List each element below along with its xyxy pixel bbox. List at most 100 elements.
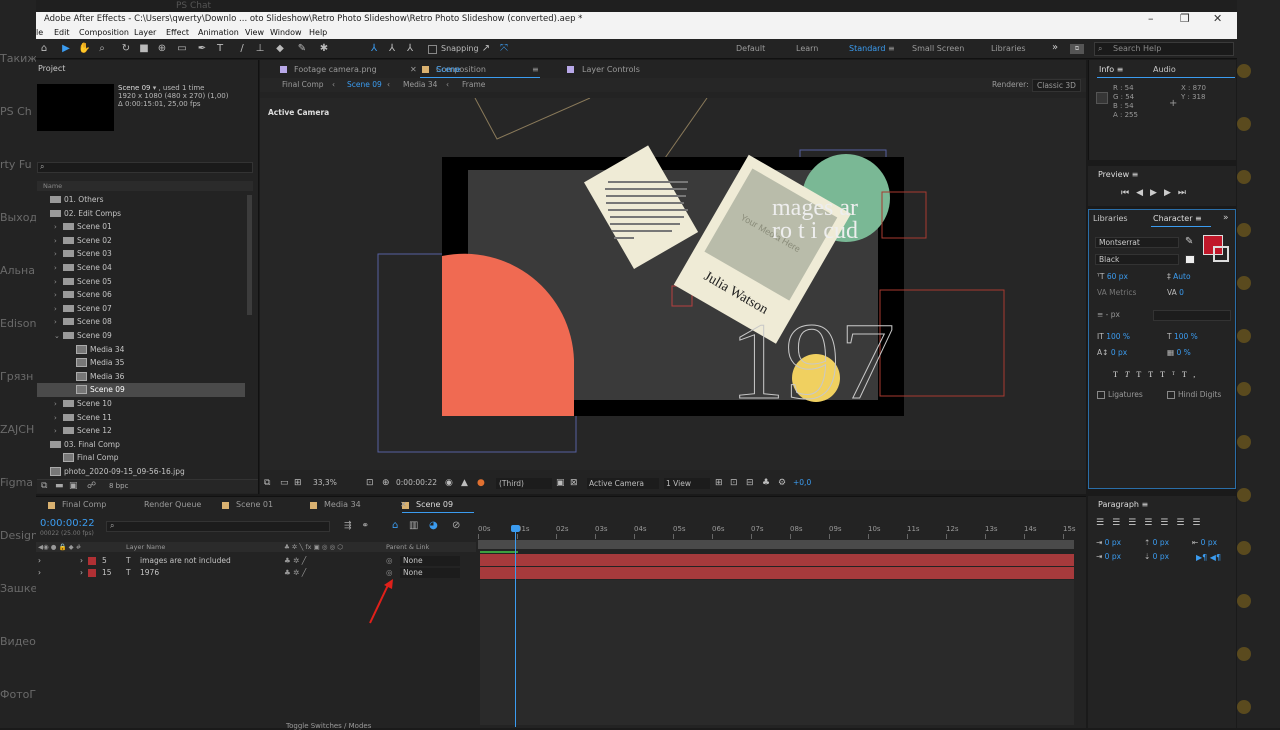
font-family-select[interactable]: Montserrat — [1095, 237, 1179, 248]
project-row[interactable]: 02. Edit Comps — [37, 207, 245, 221]
project-row[interactable]: › Scene 11 — [37, 411, 245, 425]
clone-tool-icon[interactable]: ⊥ — [254, 43, 266, 55]
expand-arrow-icon[interactable]: › — [54, 262, 63, 276]
snap-expand-icon[interactable]: ⤧ — [498, 43, 510, 55]
layer-bar-15[interactable] — [480, 567, 1074, 579]
zoom-tool-icon[interactable]: ⌕ — [96, 43, 108, 55]
project-row[interactable]: Final Comp — [37, 451, 245, 465]
frame-blend-icon[interactable]: ▥ — [409, 520, 418, 531]
breadcrumb-frame[interactable]: Frame — [462, 78, 485, 92]
expand-arrow-icon[interactable]: › — [54, 412, 63, 426]
more-workspaces-icon[interactable]: » — [1052, 42, 1058, 53]
project-row[interactable]: 01. Others — [37, 193, 245, 207]
motion-blur-icon[interactable]: ◕ — [429, 520, 438, 531]
project-row[interactable]: photo_2020-09-15_09-56-16.jpg — [37, 465, 245, 479]
region-icon[interactable]: ▣ — [556, 474, 565, 492]
expand-arrow-icon[interactable]: › — [54, 276, 63, 290]
camera-tool-icon[interactable]: ■ — [138, 43, 150, 55]
breadcrumb-scene-09[interactable]: Scene 09 — [347, 78, 382, 92]
comp-viewer[interactable]: Active Camera Your Media Here Julia Wats… — [260, 98, 1086, 470]
show-snapshot-icon[interactable]: ▲ — [461, 474, 468, 492]
preview-controls[interactable]: ⏮◀▶▶⏭ — [1121, 188, 1193, 198]
project-row[interactable]: › Scene 07 — [37, 302, 245, 316]
roto-tool-icon[interactable]: ✎ — [296, 43, 308, 55]
project-row[interactable]: › Scene 10 — [37, 397, 245, 411]
alignment-buttons[interactable]: ☰☰☰☰☰☰☰ — [1096, 518, 1208, 528]
menu-item-le[interactable]: le — [36, 27, 43, 39]
expand-arrow-icon[interactable]: › — [54, 221, 63, 235]
exposure-field[interactable]: +0,0 — [793, 474, 811, 492]
view-layout-select[interactable]: 1 View — [664, 478, 710, 489]
draft-3d-icon[interactable]: ⌂ — [392, 520, 398, 531]
timeline-tab[interactable]: Render Queue — [144, 497, 201, 513]
stroke-width-field[interactable]: ≡ - px — [1097, 310, 1120, 319]
font-size-field[interactable]: ᵀT 60 px — [1097, 272, 1128, 281]
timeline-tab[interactable]: Media 34 — [324, 497, 361, 513]
kerning-field[interactable]: VA Metrics — [1097, 288, 1136, 297]
project-row[interactable]: › Scene 01 — [37, 220, 245, 234]
timeline-tab[interactable]: Scene 01 — [236, 497, 273, 513]
menu-item-view[interactable]: View — [245, 27, 264, 39]
expand-arrow-icon[interactable]: › — [80, 555, 83, 567]
breadcrumb-media-34[interactable]: Media 34 — [403, 78, 437, 92]
project-scrollbar[interactable] — [247, 195, 252, 315]
expand-arrow-icon[interactable]: ⌄ — [54, 330, 63, 344]
layer-row[interactable]: › › 5 Timages are not included ♣ ✲ ╱ ◎ None — [36, 555, 476, 567]
tab-libraries[interactable]: Libraries — [1091, 212, 1128, 226]
search-help-input[interactable]: ⌕ Search Help — [1094, 42, 1234, 56]
space-before-field[interactable]: ⇡ 0 px — [1144, 538, 1169, 547]
breadcrumb-final-comp[interactable]: Final Comp — [282, 78, 324, 92]
toggle-switches-button[interactable]: Toggle Switches / Modes — [286, 722, 371, 730]
snap-feather-icon[interactable]: ↗ — [480, 43, 492, 55]
current-time-indicator[interactable] — [515, 527, 516, 727]
font-style-select[interactable]: Black — [1095, 254, 1179, 265]
eraser-tool-icon[interactable]: ◆ — [274, 43, 286, 55]
workspace-small-screen[interactable]: Small Screen — [912, 44, 964, 53]
view-axis-icon[interactable]: ⅄ — [404, 43, 416, 55]
layer-switches[interactable]: › — [38, 567, 41, 579]
current-time[interactable]: 0:00:00:22 — [40, 518, 95, 529]
zoom-select[interactable]: 33,3% — [313, 474, 337, 492]
timeline-tab[interactable]: Final Comp — [62, 497, 106, 513]
workspace-standard[interactable]: Standard — [849, 44, 885, 53]
project-row[interactable]: › Scene 05 — [37, 275, 245, 289]
tracking-field[interactable]: VA 0 — [1167, 288, 1184, 297]
bpc-label[interactable]: 8 bpc — [109, 482, 128, 490]
workspace-bar-icon[interactable]: ⧉ — [1070, 44, 1084, 54]
stroke-type-select[interactable] — [1153, 310, 1231, 321]
workspace-default[interactable]: Default — [736, 44, 765, 53]
puppet-tool-icon[interactable]: ✱ — [318, 43, 330, 55]
expand-arrow-icon[interactable]: › — [54, 248, 63, 262]
layer-row[interactable]: › › 15 T 1976 ♣ ✲ ╱ ◎ None — [36, 567, 476, 579]
ligatures-checkbox[interactable] — [1097, 391, 1105, 399]
layer-name[interactable]: 1976 — [140, 567, 159, 579]
workspace-menu-icon[interactable]: ≡ — [888, 44, 895, 53]
layer-name[interactable]: images are not included — [140, 555, 231, 567]
menu-item-edit[interactable]: Edit — [54, 27, 70, 39]
project-row[interactable]: Scene 09 — [37, 383, 245, 397]
hindi-digits-checkbox[interactable] — [1167, 391, 1175, 399]
playhead-icon[interactable] — [511, 525, 520, 532]
tab-audio[interactable]: Audio — [1151, 63, 1176, 77]
indent-left-field[interactable]: ⇥ 0 px — [1096, 538, 1121, 547]
mask-tool-icon[interactable]: ▭ — [176, 43, 188, 55]
always-preview-icon[interactable]: ⧉ — [264, 474, 270, 492]
project-row[interactable]: › Scene 02 — [37, 234, 245, 248]
project-row[interactable]: ⌄ Scene 09 — [37, 329, 245, 343]
view-options-icon[interactable]: ⊞ — [715, 474, 723, 492]
tab-layer-controls[interactable]: Layer Controls — [582, 62, 640, 78]
direction-buttons[interactable]: ▶¶ ◀¶ — [1196, 553, 1221, 562]
world-axis-icon[interactable]: ⅄ — [386, 43, 398, 55]
first-line-field[interactable]: ⇥ 0 px — [1096, 552, 1121, 561]
timeline-tab[interactable]: Scene 09 — [416, 497, 453, 513]
expand-arrow-icon[interactable]: › — [54, 316, 63, 330]
close-tab-icon[interactable]: ✕ — [400, 497, 407, 513]
vertical-scale-field[interactable]: IT 100 % — [1097, 332, 1130, 341]
layer-switches[interactable]: › — [38, 555, 41, 567]
layer-switch-icons[interactable]: ♣ ✲ ╱ — [284, 555, 306, 567]
new-folder-icon[interactable]: ▬ — [55, 481, 64, 491]
project-row[interactable]: › Scene 12 — [37, 424, 245, 438]
project-row[interactable]: Media 36 — [37, 370, 245, 384]
white-swatch[interactable] — [1185, 255, 1195, 264]
hand-tool-icon[interactable]: ✋ — [78, 43, 90, 55]
